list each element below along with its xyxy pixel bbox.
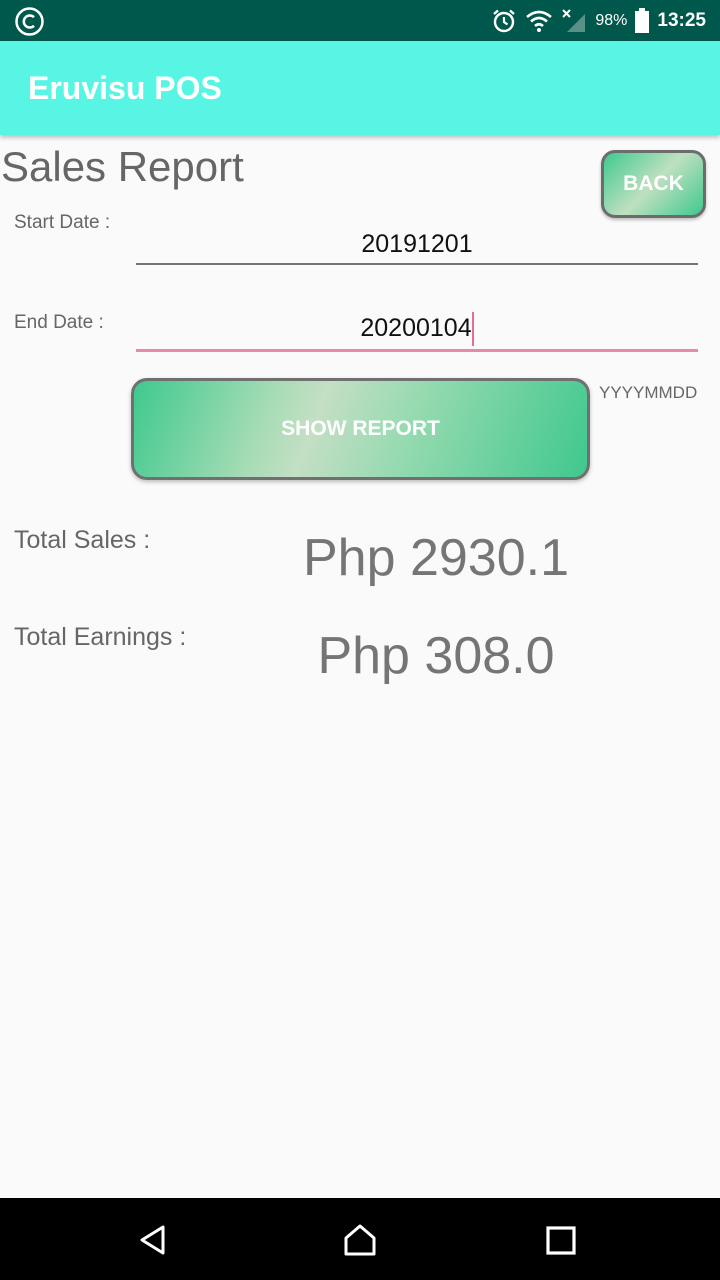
copyright-icon	[15, 7, 44, 36]
total-sales-label: Total Sales :	[14, 526, 151, 554]
recents-icon[interactable]	[544, 1223, 578, 1257]
app-title: Eruvisu POS	[28, 70, 222, 106]
status-bar: 98% 13:25	[0, 0, 720, 41]
start-date-field[interactable]: 20191201	[136, 230, 698, 265]
clock: 13:25	[657, 9, 706, 31]
end-date-field[interactable]: 20200104	[136, 312, 698, 352]
total-sales-value: Php 2930.1	[302, 529, 570, 587]
wifi-icon	[526, 10, 553, 32]
start-date-value: 20191201	[361, 230, 473, 258]
home-icon[interactable]	[343, 1223, 377, 1257]
date-format-hint: YYYYMMDD	[599, 383, 698, 402]
end-date-label: End Date :	[14, 312, 104, 333]
start-date-label: Start Date :	[14, 212, 111, 233]
back-icon[interactable]	[136, 1223, 170, 1257]
alarm-icon	[493, 9, 516, 32]
end-date-value: 20200104	[360, 314, 472, 342]
page-title: Sales Report	[1, 143, 244, 190]
back-button[interactable]: BACK	[601, 150, 706, 218]
navigation-bar	[0, 1198, 720, 1280]
battery-percent: 98%	[595, 11, 628, 29]
text-cursor	[471, 312, 474, 346]
total-earnings-value: Php 308.0	[317, 627, 555, 685]
signal-icon	[562, 8, 586, 32]
show-report-button[interactable]: SHOW REPORT	[131, 378, 590, 480]
battery-icon	[635, 8, 650, 33]
app-bar: Eruvisu POS	[0, 41, 720, 135]
